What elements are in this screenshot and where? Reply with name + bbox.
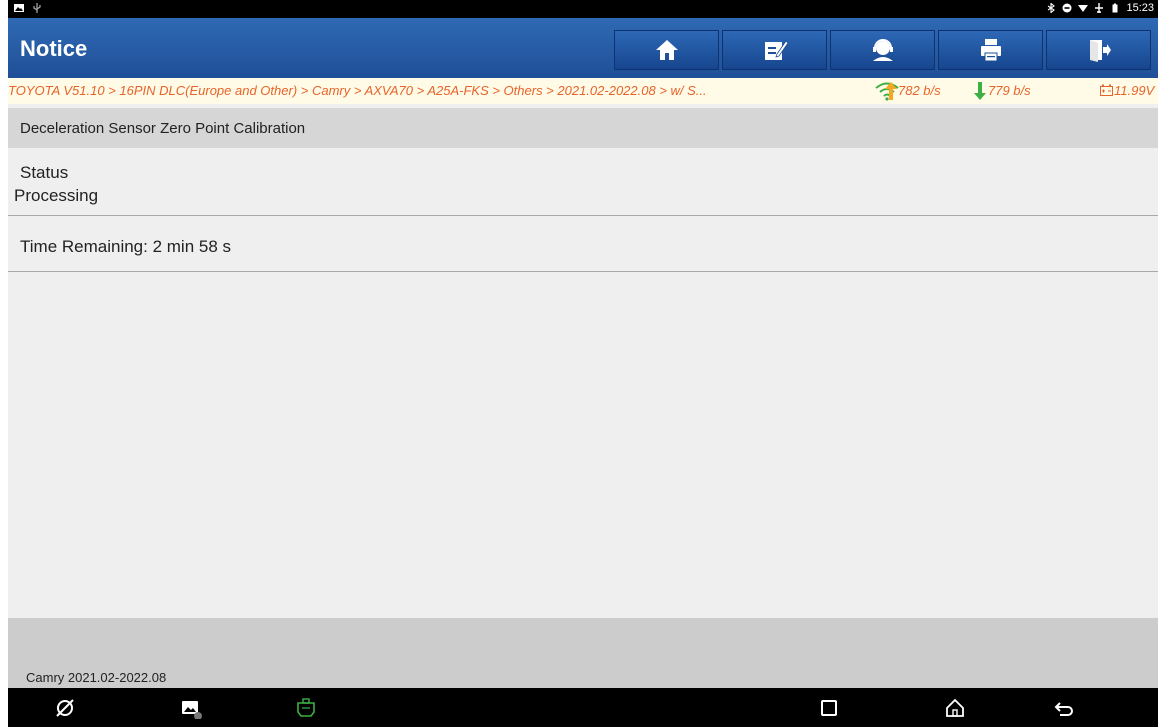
function-heading: Deceleration Sensor Zero Point Calibrati… [20,120,306,137]
exit-button[interactable] [1046,30,1151,70]
breadcrumb: TOYOTA V51.10 > 16PIN DLC(Europe and Oth… [8,83,707,98]
do-not-disturb-icon [1062,3,1072,13]
exit-icon [1089,40,1111,62]
battery-icon [1112,3,1118,13]
upload-rate: 782 b/s [898,83,941,98]
download-arrow-icon [974,82,986,100]
remote-support-button[interactable] [830,30,935,70]
usb-icon [33,3,41,13]
system-navigation-bar [8,688,1158,727]
status-section: Status Processing [8,148,1158,216]
download-rate: 779 b/s [988,83,1031,98]
support-icon [872,39,893,61]
bluetooth-icon [1048,3,1056,13]
print-icon [980,39,1001,62]
gallery-notification-icon [14,4,24,12]
edit-icon [764,40,788,60]
airplane-mode-icon [1095,3,1104,13]
app-screen: 15:23 Notice TOYOTA V51.10 > 16PIN DLC(E… [8,0,1158,727]
back-icon[interactable] [1053,697,1075,719]
home-nav-icon[interactable] [944,697,966,719]
home-icon [655,40,678,60]
wifi-signal-icon [1078,5,1089,12]
upload-arrow-icon [885,82,897,100]
title-bar: Notice [8,18,1158,78]
recent-apps-icon[interactable] [818,697,840,719]
gallery-icon[interactable] [180,697,202,719]
footer-bar: Camry 2021.02-2022.08 [8,618,1158,688]
time-remaining-section: Time Remaining: 2 min 58 s [8,217,1158,272]
print-button[interactable] [938,30,1043,70]
breadcrumb-bar: TOYOTA V51.10 > 16PIN DLC(Europe and Oth… [8,78,1158,104]
status-label: Status [20,163,69,182]
function-heading-row: Deceleration Sensor Zero Point Calibrati… [8,108,1158,148]
vehicle-battery-icon [1100,84,1113,96]
page-title: Notice [20,36,88,61]
edit-report-button[interactable] [722,30,827,70]
battery-voltage: 11.99V [1114,83,1155,98]
system-status-bar: 15:23 [8,0,1158,18]
vci-connector-icon[interactable] [295,697,317,719]
status-value: Processing [14,186,99,205]
home-button[interactable] [614,30,719,70]
vehicle-info: Camry 2021.02-2022.08 [26,670,167,685]
time-remaining-text: Time Remaining: 2 min 58 s [20,237,232,256]
clock: 15:23 [1126,2,1154,14]
browser-icon[interactable] [54,697,76,719]
